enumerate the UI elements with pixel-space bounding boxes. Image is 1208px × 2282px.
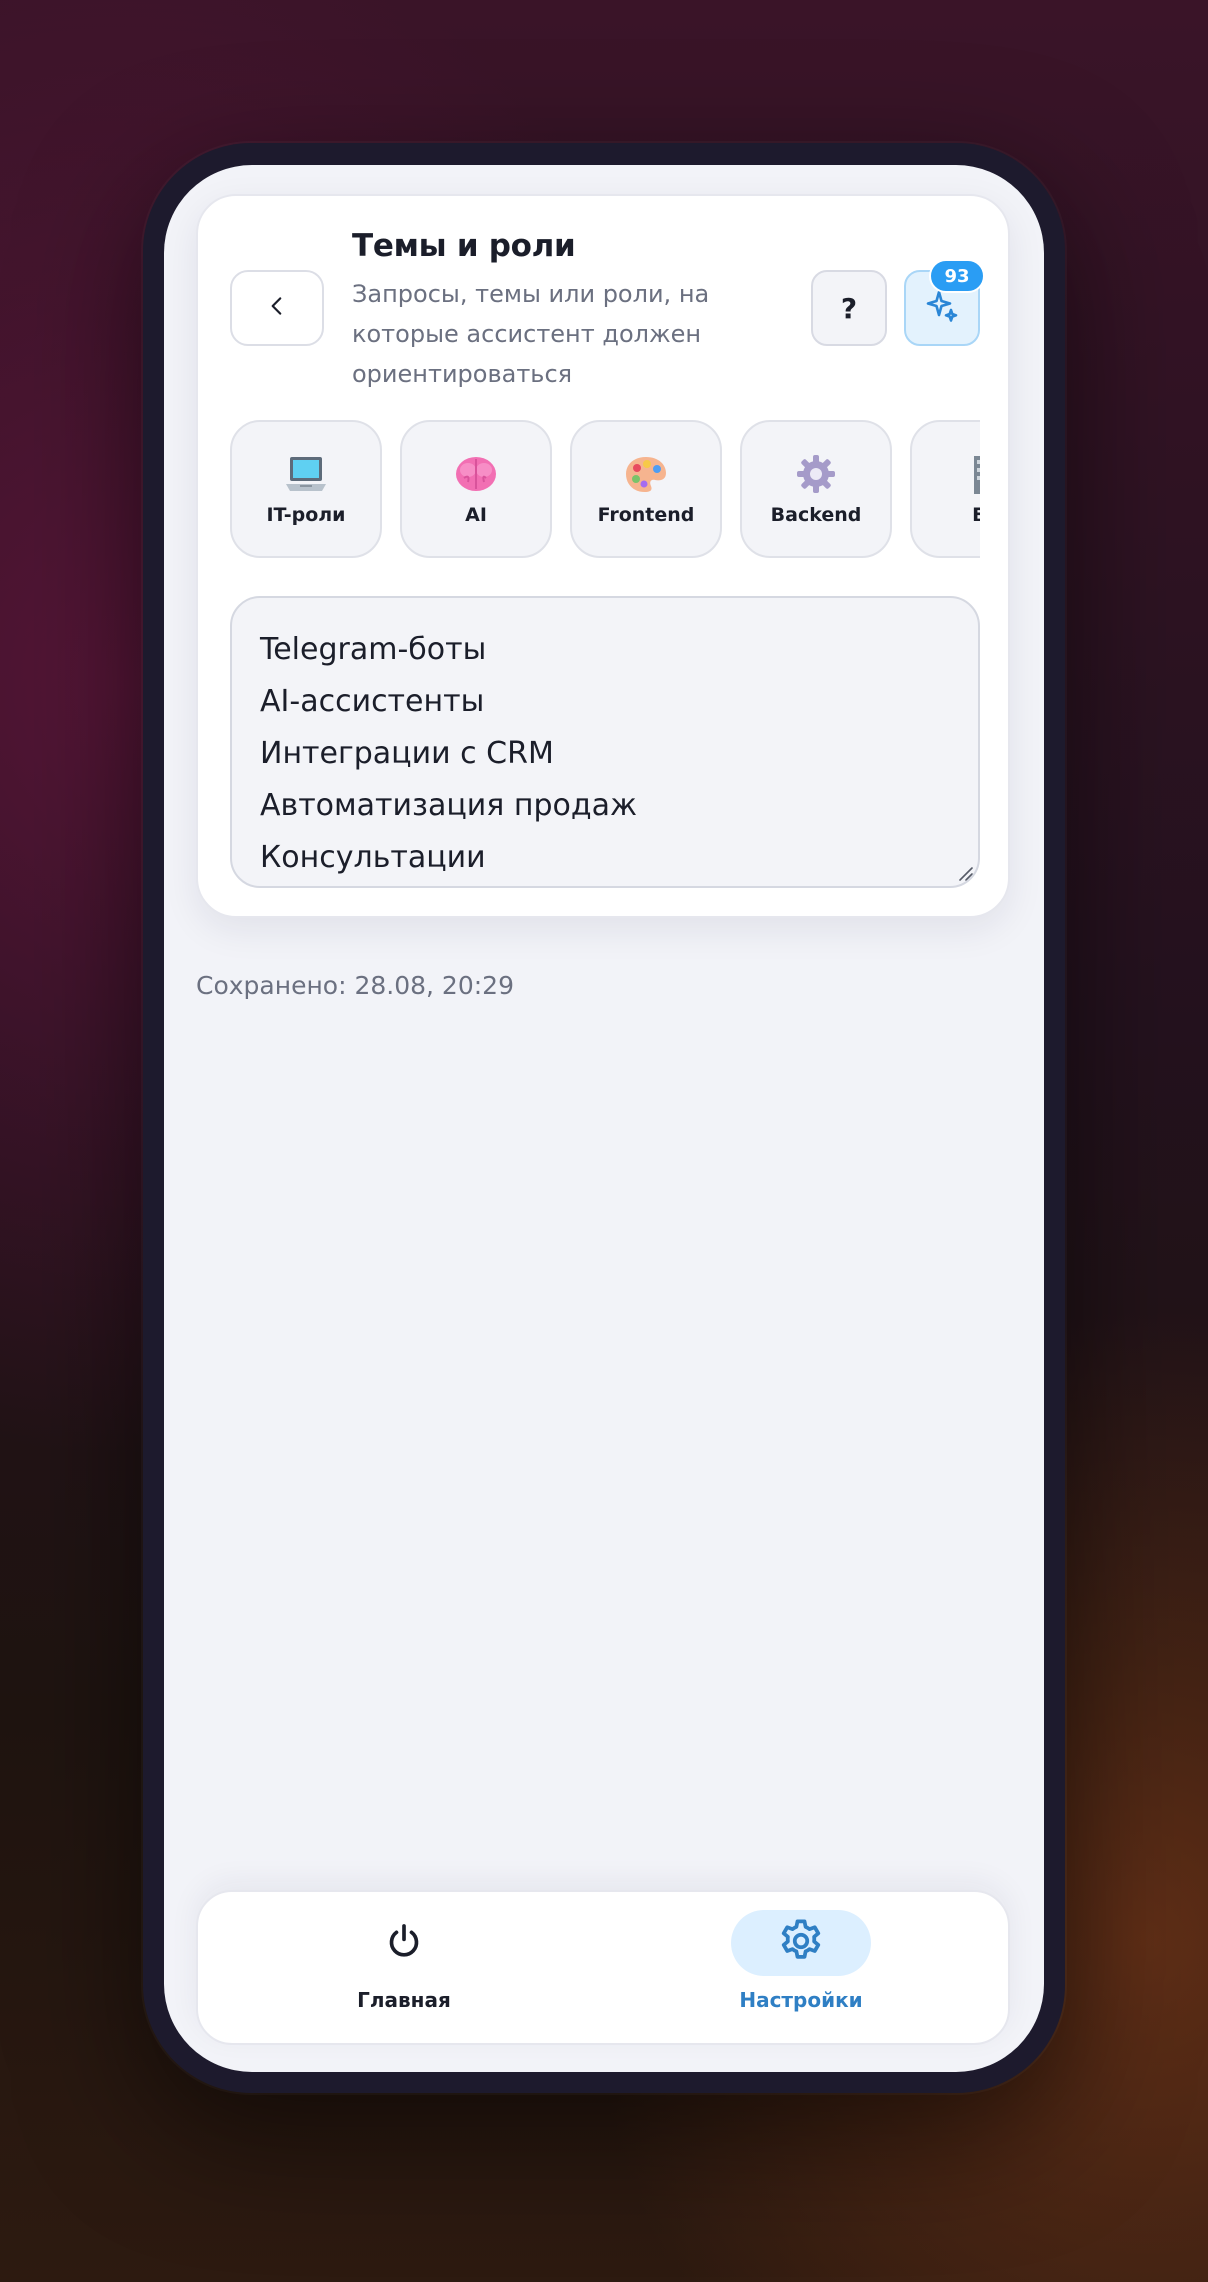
nav-icon-container — [334, 1910, 474, 1976]
nav-label: Главная — [357, 1988, 451, 2012]
chevron-left-icon — [264, 293, 290, 323]
page-subtitle: Запросы, темы или роли, на которые ассис… — [352, 280, 710, 388]
chip-label: IT-роли — [266, 504, 346, 526]
topic-line: Консультации — [260, 840, 486, 875]
chip-label: Frontend — [597, 504, 695, 526]
nav-icon-container — [731, 1910, 871, 1976]
chip-label: Би — [972, 504, 980, 526]
chip-label: AI — [465, 504, 487, 526]
resize-handle-icon[interactable] — [956, 864, 974, 882]
nav-item-home[interactable]: Главная — [274, 1910, 534, 2030]
topic-line: Telegram-боты — [260, 632, 487, 667]
preset-chips-scroller[interactable]: IT-роли AI Frontend Backend Б — [230, 420, 980, 560]
save-status: Сохранено: 28.08, 20:29 — [196, 971, 514, 1000]
topic-line: AI-ассистенты — [260, 684, 485, 719]
topics-textarea[interactable]: Telegram-боты AI-ассистенты Интеграции с… — [230, 596, 980, 888]
app-screen: Темы и роли Запросы, темы или роли, на к… — [164, 165, 1044, 2072]
bottom-navigation: Главная Настройки — [196, 1890, 1010, 2045]
gear-icon — [776, 1916, 826, 1970]
topic-line: Интеграции с CRM — [260, 736, 554, 771]
palette-icon — [624, 452, 668, 496]
topics-card: Темы и роли Запросы, темы или роли, на к… — [196, 194, 1010, 918]
chip-backend[interactable]: Backend — [740, 420, 892, 558]
building-icon — [964, 452, 980, 496]
chip-it-roles[interactable]: IT-роли — [230, 420, 382, 558]
brain-icon — [454, 452, 498, 496]
chip-ai[interactable]: AI — [400, 420, 552, 558]
ai-credits-badge: 93 — [929, 259, 985, 293]
laptop-icon — [284, 452, 328, 496]
help-button[interactable]: ? — [811, 270, 887, 346]
nav-label: Настройки — [739, 1988, 863, 2012]
topic-line: Автоматизация продаж — [260, 788, 638, 823]
page-title: Темы и роли — [352, 228, 576, 264]
power-icon — [384, 1921, 424, 1965]
gear-icon — [794, 452, 838, 496]
chip-frontend[interactable]: Frontend — [570, 420, 722, 558]
back-button[interactable] — [230, 270, 324, 346]
chip-label: Backend — [770, 504, 862, 526]
nav-item-settings[interactable]: Настройки — [671, 1910, 931, 2030]
chip-business[interactable]: Би — [910, 420, 980, 558]
